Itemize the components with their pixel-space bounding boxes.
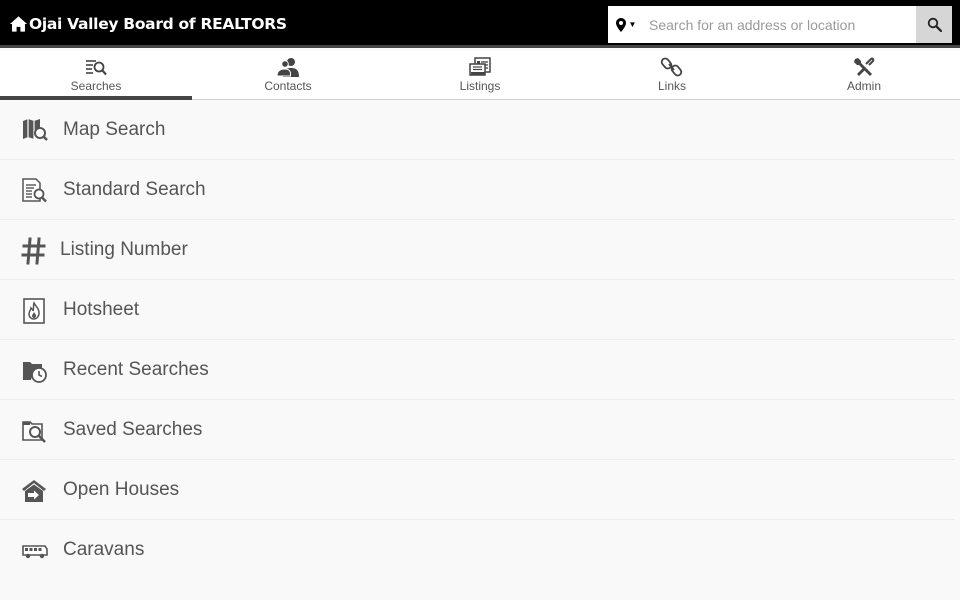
menu-item-hotsheet[interactable]: Hotsheet — [0, 280, 955, 340]
search-menu: Map Search Standard Search Listing Numbe… — [0, 100, 955, 580]
tab-label: Admin — [846, 79, 881, 93]
listings-icon — [469, 57, 491, 76]
chevron-down-icon: ▼ — [628, 20, 637, 29]
home-icon — [9, 16, 28, 32]
tab-label: Contacts — [264, 79, 312, 93]
bus-icon — [22, 545, 48, 559]
menu-item-label: Standard Search — [63, 179, 206, 200]
menu-item-listing-number[interactable]: Listing Number — [0, 220, 955, 280]
tab-searches[interactable]: Searches — [0, 51, 192, 100]
document-search-icon — [22, 178, 47, 203]
board-title: Ojai Valley Board of REALTORS — [29, 15, 287, 33]
menu-item-map-search[interactable]: Map Search — [0, 100, 955, 160]
wrench-icon — [854, 57, 875, 76]
map-search-icon — [23, 119, 48, 141]
menu-item-label: Open Houses — [63, 479, 180, 500]
tab-listings[interactable]: Listings — [384, 51, 576, 99]
menu-item-open-houses[interactable]: Open Houses — [0, 460, 955, 520]
tab-label: Searches — [70, 79, 122, 93]
link-icon — [660, 57, 683, 77]
search-box: ▼ — [608, 6, 952, 43]
search-button[interactable] — [916, 6, 952, 43]
menu-item-caravans[interactable]: Caravans — [0, 520, 955, 580]
menu-item-label: Listing Number — [60, 239, 188, 260]
menu-item-label: Recent Searches — [63, 359, 209, 380]
contacts-icon — [276, 58, 299, 77]
map-pin-icon — [615, 17, 626, 32]
search-list-icon — [86, 60, 107, 76]
menu-item-label: Saved Searches — [63, 419, 203, 440]
house-arrow-icon — [22, 480, 46, 502]
folder-clock-icon — [23, 362, 47, 383]
top-bar: Ojai Valley Board of REALTORS ▼ — [0, 0, 960, 48]
menu-item-standard-search[interactable]: Standard Search — [0, 160, 955, 220]
tab-links[interactable]: Links — [576, 51, 768, 99]
tab-admin[interactable]: Admin — [768, 51, 960, 99]
search-icon — [927, 17, 942, 32]
menu-item-label: Map Search — [63, 119, 166, 140]
menu-item-saved-searches[interactable]: Saved Searches — [0, 400, 955, 460]
tab-label: Links — [657, 79, 686, 93]
tab-contacts[interactable]: Contacts — [192, 51, 384, 99]
main-tabs: Searches Contacts Listings Links Admin — [0, 51, 960, 100]
folder-search-icon — [22, 421, 46, 443]
location-dropdown[interactable]: ▼ — [608, 6, 644, 43]
flame-document-icon — [23, 298, 45, 324]
tab-label: Listings — [459, 79, 501, 93]
address-search-input[interactable] — [644, 6, 916, 43]
menu-item-label: Caravans — [63, 539, 145, 560]
menu-item-label: Hotsheet — [63, 299, 140, 320]
home-link[interactable]: Ojai Valley Board of REALTORS — [9, 13, 287, 35]
menu-item-recent-searches[interactable]: Recent Searches — [0, 340, 955, 400]
hash-icon — [21, 237, 46, 265]
